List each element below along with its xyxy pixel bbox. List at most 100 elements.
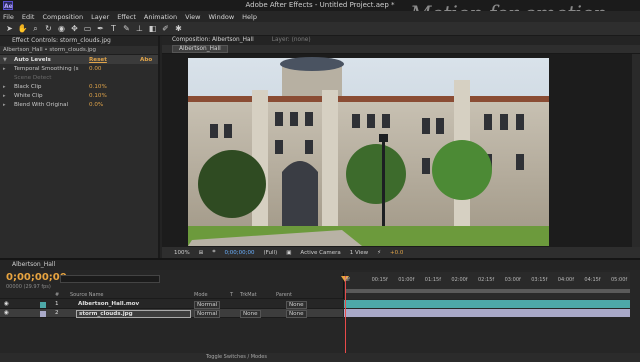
rectangle-icon[interactable]: ▭: [82, 23, 93, 34]
effect-controls-subtitle: Albertson_Hall • storm_clouds.jpg: [0, 46, 158, 55]
menu-file[interactable]: File: [3, 13, 14, 21]
menu-window[interactable]: Window: [209, 13, 235, 21]
ruler-tick-label: 01:15f: [424, 277, 441, 283]
layer-name[interactable]: storm_clouds.jpg: [76, 310, 191, 318]
viewer-scrollbar[interactable]: [632, 54, 640, 247]
zoom-dropdown[interactable]: 100%: [174, 250, 190, 256]
param-row: ▸ White Clip 0.10%: [0, 91, 158, 100]
layer-number: 1: [55, 301, 59, 307]
composition-canvas[interactable]: [162, 54, 632, 247]
menu-help[interactable]: Help: [242, 13, 257, 21]
effect-header-auto-levels[interactable]: ▼ Auto Levels Reset Abo: [0, 55, 158, 64]
resolution-dropdown[interactable]: (Full): [264, 250, 278, 256]
ruler-tick-label: 04:00f: [557, 277, 574, 283]
layer-row-selected[interactable]: ◉ 2 storm_clouds.jpg Normal None None: [0, 309, 343, 318]
param-row: ▸ Black Clip 0.10%: [0, 82, 158, 91]
clone-stamp-icon[interactable]: ⊥: [134, 23, 145, 34]
menu-animation[interactable]: Animation: [144, 13, 177, 21]
fast-preview-icon[interactable]: ⚡: [377, 250, 381, 256]
eraser-icon[interactable]: ◧: [147, 23, 158, 34]
about-button[interactable]: Abo: [140, 57, 152, 63]
col-mode: Mode: [194, 292, 208, 298]
ruler-tick-label: 03:00f: [504, 277, 521, 283]
camera-snapshot-icon[interactable]: ⌗: [212, 249, 215, 256]
label-color-swatch[interactable]: [40, 311, 46, 317]
effect-controls-tab[interactable]: Effect Controls: storm_clouds.jpg: [0, 36, 158, 46]
col-parent: Parent: [276, 292, 293, 298]
ruler-tick-label: 02:00f: [451, 277, 468, 283]
layer-duration-bar[interactable]: [344, 309, 630, 317]
tools-panel: ➤ ✋ ⌕ ↻ ◉ ✥ ▭ ✒ T ✎ ⊥ ◧ ✐ ✱: [0, 22, 640, 36]
effect-controls-panel: Effect Controls: storm_clouds.jpg Albert…: [0, 36, 160, 258]
menu-view[interactable]: View: [185, 13, 200, 21]
brush-icon[interactable]: ✎: [121, 23, 132, 34]
menu-layer[interactable]: Layer: [91, 13, 109, 21]
roto-brush-icon[interactable]: ✐: [160, 23, 171, 34]
ruler-tick-label: 04:15f: [584, 277, 601, 283]
selection-icon[interactable]: ➤: [4, 23, 15, 34]
menu-edit[interactable]: Edit: [22, 13, 35, 21]
toggle-switches-modes-button[interactable]: Toggle Switches / Modes: [206, 353, 267, 362]
timeline-tab[interactable]: Albertson_Hall: [0, 260, 640, 270]
tab-layer[interactable]: Layer: (none): [272, 36, 311, 45]
param-row: ▸ Blend With Original 0.0%: [0, 100, 158, 109]
param-label: Scene Detect: [14, 74, 52, 81]
expand-arrow-icon[interactable]: ▸: [0, 84, 8, 90]
region-icon[interactable]: ▣: [286, 250, 291, 256]
menu-effect[interactable]: Effect: [117, 13, 136, 21]
eye-icon[interactable]: ◉: [4, 310, 9, 316]
param-row: Scene Detect: [0, 73, 158, 82]
layer-search-input[interactable]: [60, 275, 160, 283]
expand-arrow-icon[interactable]: ▸: [0, 102, 8, 108]
mode-dropdown[interactable]: Normal: [194, 301, 221, 309]
building-image: [188, 57, 549, 246]
menu-composition[interactable]: Composition: [42, 13, 83, 21]
current-time-indicator[interactable]: [345, 276, 346, 360]
layer-duration-bar[interactable]: [344, 300, 630, 308]
expand-arrow-icon[interactable]: ▸: [0, 66, 8, 72]
param-value[interactable]: 0.0%: [89, 102, 103, 108]
pen-icon[interactable]: ✒: [95, 23, 106, 34]
col-num: #: [55, 292, 60, 298]
col-source-name[interactable]: Source Name: [70, 292, 104, 298]
parent-dropdown[interactable]: None: [286, 310, 307, 318]
comp-name-tab[interactable]: Albertson_Hall: [172, 45, 228, 53]
camera-dropdown[interactable]: Active Camera: [300, 250, 340, 256]
timeline-current-time[interactable]: 0;00;00;00: [6, 272, 67, 283]
reset-button[interactable]: Reset: [89, 57, 107, 63]
camera-icon[interactable]: ◉: [56, 23, 67, 34]
puppet-icon[interactable]: ✱: [173, 23, 184, 34]
tab-composition[interactable]: Composition: Albertson_Hall: [172, 36, 254, 45]
param-value[interactable]: 0.10%: [89, 93, 107, 99]
timeline-panel: Albertson_Hall 0;00;00;00 00000 (29.97 f…: [0, 258, 640, 362]
expand-arrow-icon[interactable]: ▼: [0, 57, 8, 63]
layer-name[interactable]: Albertson_Hall.mov: [78, 301, 139, 307]
exposure-value[interactable]: +0.0: [390, 250, 403, 256]
param-value[interactable]: 0.10%: [89, 84, 107, 90]
viewer-controls: 100% ⊞ ⌗ 0;00;00;00 (Full) ▣ Active Came…: [162, 247, 640, 258]
current-time-display[interactable]: 0;00;00;00: [224, 250, 254, 256]
hand-icon[interactable]: ✋: [17, 23, 28, 34]
text-icon[interactable]: T: [108, 23, 119, 34]
eye-icon[interactable]: ◉: [4, 301, 9, 307]
parent-dropdown[interactable]: None: [286, 301, 307, 309]
composition-panel: Composition: Albertson_Hall Layer: (none…: [162, 36, 640, 258]
label-color-swatch[interactable]: [40, 302, 46, 308]
pan-behind-icon[interactable]: ✥: [69, 23, 80, 34]
ruler-tick-label: 00:15f: [371, 277, 388, 283]
trkmat-dropdown[interactable]: None: [240, 310, 261, 318]
ruler-tick-label: 0f: [345, 277, 350, 283]
layer-row[interactable]: ◉ 1 Albertson_Hall.mov Normal None: [0, 300, 343, 309]
work-area-bar[interactable]: [345, 289, 630, 293]
col-t: T: [230, 292, 234, 298]
ruler-tick-label: 02:15f: [478, 277, 495, 283]
rotate-icon[interactable]: ↻: [43, 23, 54, 34]
mode-dropdown[interactable]: Normal: [194, 310, 221, 318]
ruler-tick-label: 03:15f: [531, 277, 548, 283]
param-label: White Clip: [14, 92, 43, 99]
zoom-icon[interactable]: ⌕: [30, 23, 41, 34]
expand-arrow-icon[interactable]: ▸: [0, 93, 8, 99]
grid-icon[interactable]: ⊞: [199, 250, 204, 256]
views-dropdown[interactable]: 1 View: [350, 250, 368, 256]
param-value[interactable]: 0.00: [89, 66, 101, 72]
